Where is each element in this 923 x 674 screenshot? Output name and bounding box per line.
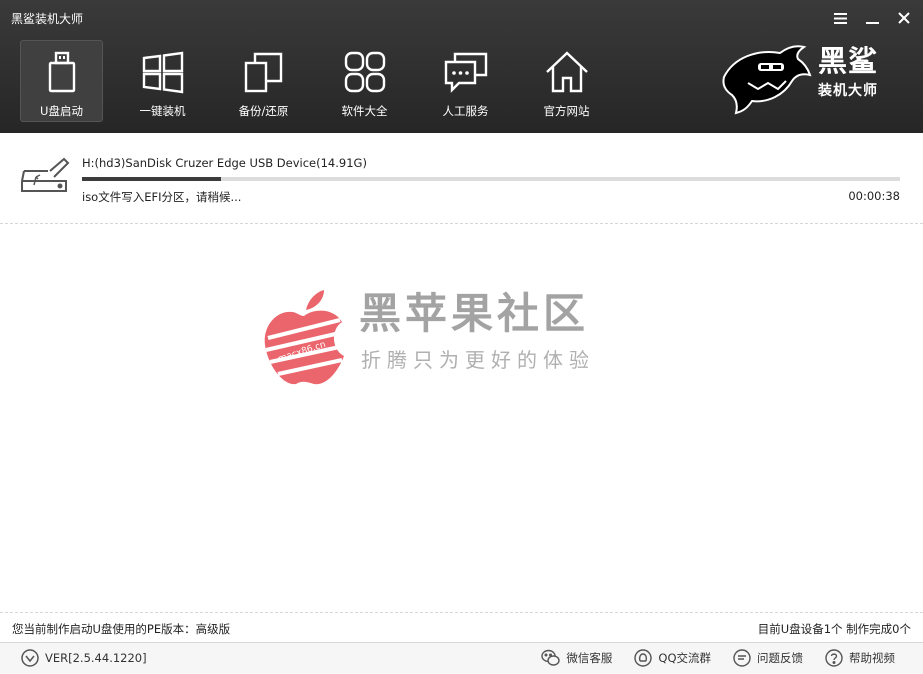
footer-links: 微信客服 QQ交流群 问题反馈 帮助视频 — [541, 649, 895, 667]
footer-link-label: 问题反馈 — [757, 651, 803, 665]
nav-label: 一键装机 — [139, 104, 186, 118]
nav-backup-restore[interactable]: 备份/还原 — [222, 40, 305, 122]
progress-bar — [82, 177, 900, 181]
apps-grid-icon — [344, 51, 385, 93]
header: 黑鲨装机大师 U盘启动 一键装机 备份/还原 软件大全 人工服务 官方网站 黑鲨… — [0, 0, 923, 133]
minimize-button[interactable] — [861, 8, 883, 28]
home-icon — [545, 51, 588, 93]
status-text: iso文件写入EFI分区，请稍候... — [82, 190, 242, 204]
device-count-text: 目前U盘设备1个 制作完成0个 — [757, 622, 911, 636]
minimize-icon — [865, 21, 879, 24]
usb-write-icon — [21, 157, 70, 192]
wechat-icon — [541, 649, 561, 666]
nav-manual-service[interactable]: 人工服务 — [424, 40, 507, 122]
backup-restore-icon — [244, 52, 282, 93]
nav-usb-boot[interactable]: U盘启动 — [20, 40, 103, 122]
footer-link-label: 微信客服 — [566, 651, 613, 665]
help-icon — [825, 649, 843, 667]
window-controls — [829, 8, 915, 28]
nav-software[interactable]: 软件大全 — [323, 40, 406, 122]
menu-icon — [833, 12, 847, 24]
feedback-link[interactable]: 问题反馈 — [733, 649, 803, 667]
device-row: H:(hd3)SanDisk Cruzer Edge USB Device(14… — [0, 133, 923, 224]
menu-button[interactable] — [829, 8, 851, 28]
nav-label: 人工服务 — [442, 104, 489, 118]
chat-bubble-icon — [444, 52, 487, 93]
nav-one-click-install[interactable]: 一键装机 — [121, 40, 204, 122]
feedback-icon — [733, 649, 751, 667]
apple-watermark-icon: macx86.cn — [264, 290, 345, 385]
brand-logo: 黑鲨 装机大师 — [718, 43, 893, 115]
close-button[interactable] — [893, 8, 915, 28]
main-nav: U盘启动 一键装机 备份/还原 软件大全 人工服务 官方网站 — [20, 40, 626, 122]
nav-label: U盘启动 — [40, 104, 83, 118]
wechat-service-link[interactable]: 微信客服 — [541, 649, 612, 667]
footer: VER[2.5.44.1220] 微信客服 QQ交流群 问题反馈 帮助视频 — [0, 643, 923, 674]
shark-logo-icon — [722, 45, 812, 115]
nav-label: 软件大全 — [341, 104, 388, 118]
brand-main-text: 黑鲨 — [818, 44, 879, 78]
qq-icon — [634, 649, 653, 667]
footer-link-label: QQ交流群 — [658, 651, 711, 665]
watermark: macx86.cn 黑苹果社区 折腾只为更好的体验 — [262, 288, 622, 388]
nav-official-site[interactable]: 官方网站 — [525, 40, 608, 122]
qq-group-link[interactable]: QQ交流群 — [634, 649, 711, 667]
info-bar: 您当前制作启动U盘使用的PE版本：高级版 目前U盘设备1个 制作完成0个 — [0, 612, 923, 643]
device-name: H:(hd3)SanDisk Cruzer Edge USB Device(14… — [82, 156, 367, 170]
brand-sub-text: 装机大师 — [818, 83, 878, 99]
usb-drive-icon — [48, 51, 75, 93]
footer-link-label: 帮助视频 — [849, 651, 895, 665]
progress-fill — [82, 177, 222, 181]
check-circle-icon — [21, 649, 39, 667]
version-button[interactable]: VER[2.5.44.1220] — [21, 649, 147, 667]
close-icon — [898, 12, 910, 24]
watermark-subtitle: 折腾只为更好的体验 — [361, 348, 595, 372]
app-title: 黑鲨装机大师 — [11, 12, 84, 26]
version-text: VER[2.5.44.1220] — [45, 651, 147, 665]
nav-label: 官方网站 — [543, 104, 590, 118]
watermark-title: 黑苹果社区 — [359, 289, 590, 338]
windows-icon — [142, 51, 183, 94]
nav-label: 备份/还原 — [238, 104, 289, 118]
pe-version-text: 您当前制作启动U盘使用的PE版本：高级版 — [12, 622, 231, 636]
help-video-link[interactable]: 帮助视频 — [825, 649, 895, 667]
elapsed-time: 00:00:38 — [848, 189, 900, 203]
